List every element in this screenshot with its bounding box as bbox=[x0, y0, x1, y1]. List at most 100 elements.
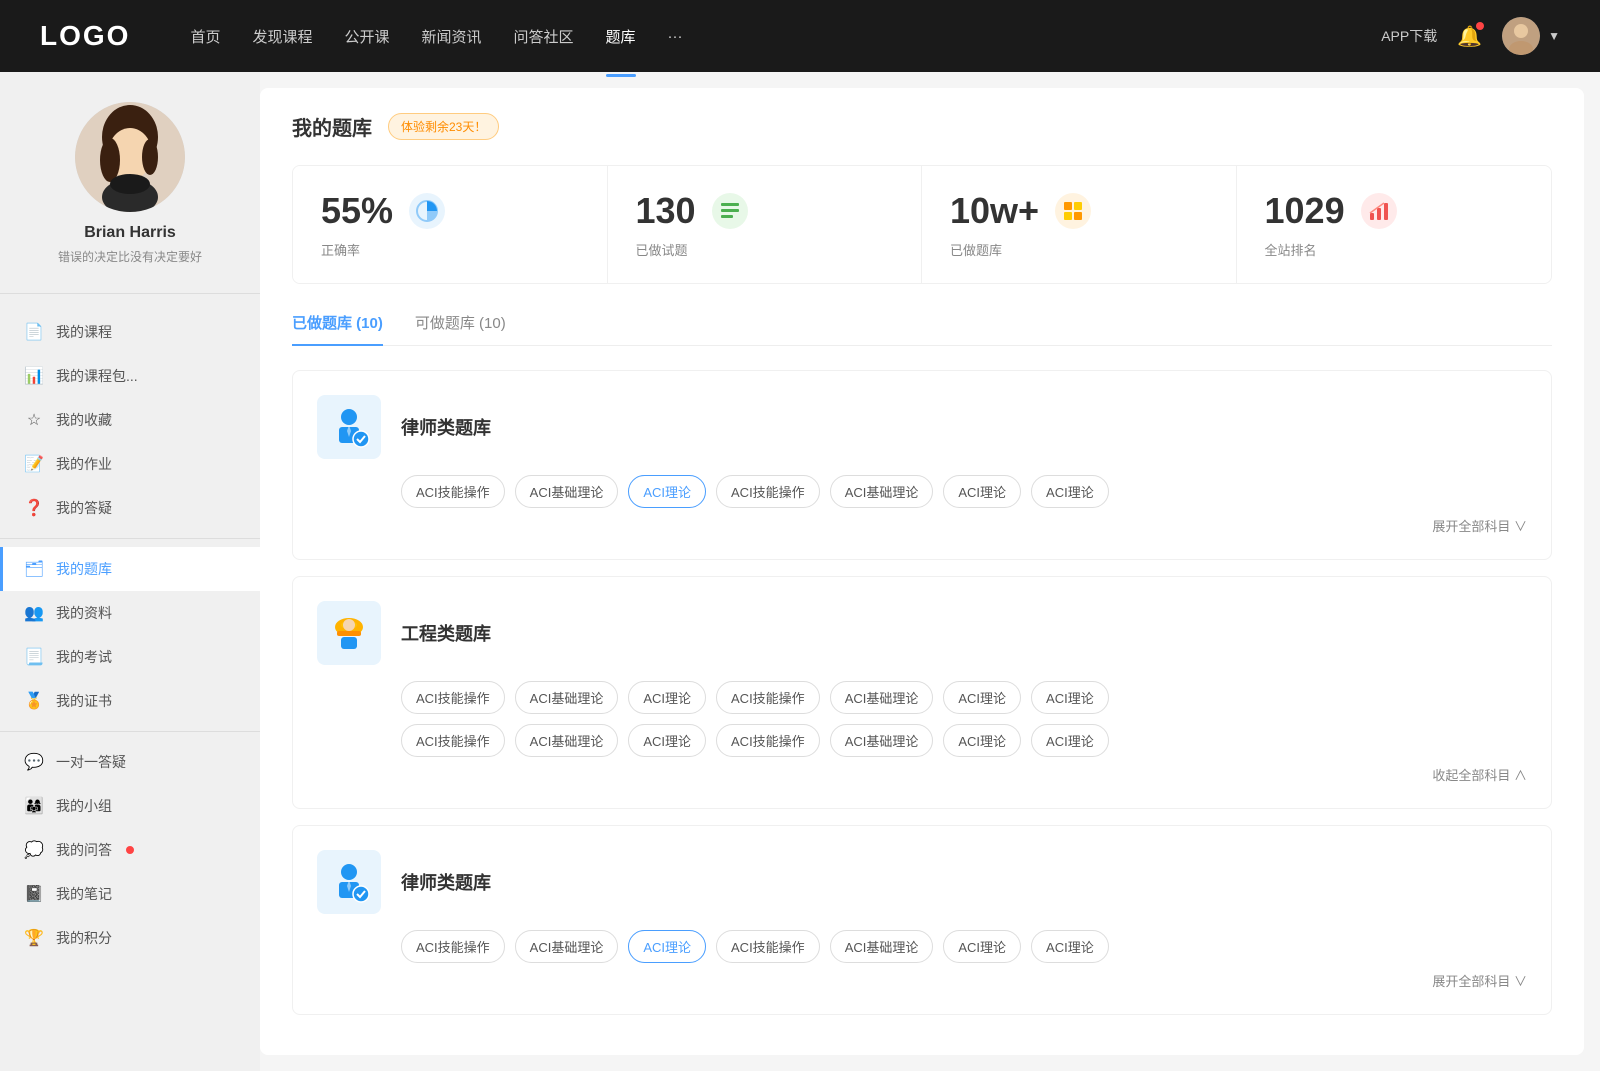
ranking-value: 1029 bbox=[1265, 190, 1345, 232]
sidebar-profile: Brian Harris 错误的决定比没有决定要好 bbox=[0, 72, 260, 285]
stat-done-questions: 130 已做试题 bbox=[608, 166, 923, 283]
sidebar-item-favorites[interactable]: ☆ 我的收藏 bbox=[0, 398, 260, 442]
eng-tag-r2-6[interactable]: ACI理论 bbox=[1031, 724, 1109, 757]
lawyer2-tag-1[interactable]: ACI基础理论 bbox=[515, 930, 619, 963]
lawyer2-tag-0[interactable]: ACI技能操作 bbox=[401, 930, 505, 963]
bank-card-lawyer-2: 律师类题库 ACI技能操作 ACI基础理论 ACI理论 ACI技能操作 ACI基… bbox=[292, 825, 1552, 1015]
app-download-btn[interactable]: APP下载 bbox=[1381, 26, 1437, 46]
sidebar-divider-1 bbox=[0, 538, 260, 539]
notification-bell[interactable]: 🔔 bbox=[1457, 24, 1482, 49]
sidebar-item-label: 我的考试 bbox=[56, 647, 112, 667]
chevron-down-icon: ▼ bbox=[1548, 29, 1560, 43]
logo[interactable]: LOGO bbox=[40, 20, 130, 52]
nav-home[interactable]: 首页 bbox=[190, 22, 220, 51]
tag-2-active[interactable]: ACI理论 bbox=[628, 475, 706, 508]
lawyer2-tag-4[interactable]: ACI基础理论 bbox=[830, 930, 934, 963]
nav-question-bank[interactable]: 题库 bbox=[606, 22, 636, 51]
sidebar-item-label: 我的课程包... bbox=[56, 366, 138, 386]
lawyer2-tag-6[interactable]: ACI理论 bbox=[1031, 930, 1109, 963]
bank-footer-engineer: 收起全部科目 ∧ bbox=[317, 765, 1527, 784]
eng-tag-r1-1[interactable]: ACI基础理论 bbox=[515, 681, 619, 714]
lawyer2-tag-3[interactable]: ACI技能操作 bbox=[716, 930, 820, 963]
bank-header-lawyer-2: 律师类题库 bbox=[317, 850, 1527, 914]
sidebar-item-label: 我的问答 bbox=[56, 840, 112, 860]
profile-name: Brian Harris bbox=[84, 224, 176, 242]
bank-card-lawyer-1: 律师类题库 ACI技能操作 ACI基础理论 ACI理论 ACI技能操作 ACI基… bbox=[292, 370, 1552, 560]
bank-tags-engineer-row1: ACI技能操作 ACI基础理论 ACI理论 ACI技能操作 ACI基础理论 AC… bbox=[401, 681, 1527, 714]
sidebar-item-one-on-one[interactable]: 💬 一对一答疑 bbox=[0, 740, 260, 784]
eng-tag-r1-2[interactable]: ACI理论 bbox=[628, 681, 706, 714]
tag-1[interactable]: ACI基础理论 bbox=[515, 475, 619, 508]
nav-more[interactable]: ··· bbox=[668, 24, 683, 49]
bar-icon bbox=[1361, 193, 1397, 229]
main-layout: Brian Harris 错误的决定比没有决定要好 📄 我的课程 📊 我的课程包… bbox=[0, 72, 1600, 1071]
accuracy-label: 正确率 bbox=[321, 240, 579, 259]
stat-top: 10w+ bbox=[950, 190, 1208, 232]
done-banks-label: 已做题库 bbox=[950, 240, 1208, 259]
lawyer2-tag-5[interactable]: ACI理论 bbox=[943, 930, 1021, 963]
lawyer2-tag-2-active[interactable]: ACI理论 bbox=[628, 930, 706, 963]
eng-tag-r2-5[interactable]: ACI理论 bbox=[943, 724, 1021, 757]
bank-icon: 🗂 bbox=[24, 559, 44, 579]
sidebar-item-my-notes[interactable]: 📓 我的笔记 bbox=[0, 872, 260, 916]
pie-icon bbox=[409, 193, 445, 229]
done-banks-value: 10w+ bbox=[950, 190, 1039, 232]
header: LOGO 首页 发现课程 公开课 新闻资讯 问答社区 题库 ··· APP下载 … bbox=[0, 0, 1600, 72]
profile-motto: 错误的决定比没有决定要好 bbox=[58, 248, 202, 265]
bank-tags-lawyer-2: ACI技能操作 ACI基础理论 ACI理论 ACI技能操作 ACI基础理论 AC… bbox=[401, 930, 1527, 963]
eng-tag-r2-0[interactable]: ACI技能操作 bbox=[401, 724, 505, 757]
eng-tag-r1-5[interactable]: ACI理论 bbox=[943, 681, 1021, 714]
collapse-btn-engineer[interactable]: 收起全部科目 ∧ bbox=[1432, 765, 1527, 784]
sidebar-item-homework[interactable]: 📝 我的作业 bbox=[0, 442, 260, 486]
tab-available-banks[interactable]: 可做题库 (10) bbox=[415, 312, 506, 345]
bank-header: 律师类题库 bbox=[317, 395, 1527, 459]
nav-qa[interactable]: 问答社区 bbox=[514, 22, 574, 51]
eng-tag-r1-3[interactable]: ACI技能操作 bbox=[716, 681, 820, 714]
bank-header-engineer: 工程类题库 bbox=[317, 601, 1527, 665]
nav-news[interactable]: 新闻资讯 bbox=[422, 22, 482, 51]
tag-6[interactable]: ACI理论 bbox=[1031, 475, 1109, 508]
sidebar-item-label: 我的小组 bbox=[56, 796, 112, 816]
sidebar-item-label: 我的作业 bbox=[56, 454, 112, 474]
eng-tag-r2-3[interactable]: ACI技能操作 bbox=[716, 724, 820, 757]
main-content: 我的题库 体验剩余23天！ 55% 正确率 bbox=[260, 88, 1584, 1055]
sidebar-item-my-courses[interactable]: 📄 我的课程 bbox=[0, 310, 260, 354]
chat-icon: 💬 bbox=[24, 752, 44, 772]
tag-4[interactable]: ACI基础理论 bbox=[830, 475, 934, 508]
user-avatar-menu[interactable]: ▼ bbox=[1502, 17, 1560, 55]
file-icon: 📄 bbox=[24, 322, 44, 342]
eng-tag-r1-0[interactable]: ACI技能操作 bbox=[401, 681, 505, 714]
eng-tag-r2-1[interactable]: ACI基础理论 bbox=[515, 724, 619, 757]
tab-done-banks[interactable]: 已做题库 (10) bbox=[292, 312, 383, 345]
eng-tag-r2-4[interactable]: ACI基础理论 bbox=[830, 724, 934, 757]
expand-btn-1[interactable]: 展开全部科目 ∨ bbox=[1432, 516, 1527, 535]
cert-icon: 🏅 bbox=[24, 691, 44, 711]
expand-btn-lawyer-2[interactable]: 展开全部科目 ∨ bbox=[1432, 971, 1527, 990]
tag-0[interactable]: ACI技能操作 bbox=[401, 475, 505, 508]
main-nav: 首页 发现课程 公开课 新闻资讯 问答社区 题库 ··· bbox=[190, 22, 1341, 51]
sidebar-item-my-group[interactable]: 👨‍👩‍👧 我的小组 bbox=[0, 784, 260, 828]
sidebar-item-label: 我的课程 bbox=[56, 322, 112, 342]
sidebar-item-my-questions[interactable]: 💭 我的问答 bbox=[0, 828, 260, 872]
star-icon: ☆ bbox=[24, 410, 44, 430]
eng-tag-r1-6[interactable]: ACI理论 bbox=[1031, 681, 1109, 714]
accuracy-value: 55% bbox=[321, 190, 393, 232]
tag-3[interactable]: ACI技能操作 bbox=[716, 475, 820, 508]
note-icon: 📓 bbox=[24, 884, 44, 904]
sidebar-item-my-info[interactable]: 👥 我的资料 bbox=[0, 591, 260, 635]
eng-tag-r1-4[interactable]: ACI基础理论 bbox=[830, 681, 934, 714]
tag-5[interactable]: ACI理论 bbox=[943, 475, 1021, 508]
doc-icon: 📃 bbox=[24, 647, 44, 667]
nav-courses[interactable]: 发现课程 bbox=[252, 22, 312, 51]
nav-open-course[interactable]: 公开课 bbox=[344, 22, 389, 51]
sidebar-item-certificate[interactable]: 🏅 我的证书 bbox=[0, 679, 260, 723]
sidebar-item-my-exam[interactable]: 📃 我的考试 bbox=[0, 635, 260, 679]
page-header: 我的题库 体验剩余23天！ bbox=[292, 112, 1552, 141]
question-circle-icon: ❓ bbox=[24, 498, 44, 518]
header-right: APP下载 🔔 ▼ bbox=[1381, 17, 1560, 55]
sidebar-item-question-bank[interactable]: 🗂 我的题库 bbox=[0, 547, 260, 591]
eng-tag-r2-2[interactable]: ACI理论 bbox=[628, 724, 706, 757]
sidebar-item-my-qa[interactable]: ❓ 我的答疑 bbox=[0, 486, 260, 530]
sidebar-item-course-package[interactable]: 📊 我的课程包... bbox=[0, 354, 260, 398]
sidebar-item-my-points[interactable]: 🏆 我的积分 bbox=[0, 916, 260, 960]
